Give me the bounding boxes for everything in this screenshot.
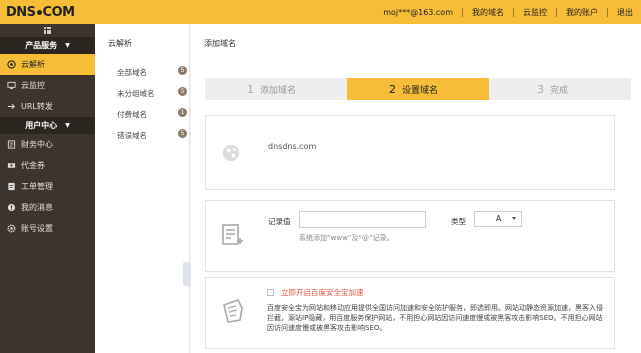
- step-2: 2 设置域名: [347, 78, 489, 100]
- message-icon: [7, 203, 16, 212]
- acceleration-card: 立即开启百度安全宝加速 百度安全宝为网站和移动应用提供全国访问加速和安全防护服务…: [205, 277, 615, 349]
- sidebar-item-label: 财务中心: [21, 140, 53, 149]
- document-add-icon: [222, 224, 243, 245]
- nav-group-products[interactable]: 产品服务 ▼: [0, 37, 95, 54]
- count-badge: 5: [178, 66, 187, 75]
- step-number: 2: [389, 82, 396, 96]
- nav-cloud-monitor[interactable]: 云监控: [523, 7, 547, 18]
- subnav-item-label: 付费域名: [117, 110, 147, 119]
- logo-text-right: COM: [42, 5, 76, 20]
- count-badge: 5: [178, 129, 187, 138]
- divider: [513, 7, 514, 17]
- step-label: 添加域名: [260, 85, 297, 96]
- nav-my-account[interactable]: 我的账户: [566, 7, 598, 18]
- grid-icon: [44, 27, 51, 34]
- subnav-item-ungrouped[interactable]: 未分组域名 5: [117, 87, 187, 99]
- sidebar-item-tickets[interactable]: 工单管理: [0, 176, 95, 197]
- user-email[interactable]: moj***@163.com: [383, 8, 453, 17]
- nav-my-domains[interactable]: 我的域名: [472, 7, 504, 18]
- dropdown-arrow-icon: [512, 217, 516, 220]
- sidebar-item-label: 云解析: [21, 60, 45, 69]
- subnav-item-all-domains[interactable]: 全部域名 5: [117, 66, 187, 78]
- domain-name: dnsdns.com: [268, 142, 317, 151]
- step-label: 完成: [550, 85, 569, 96]
- record-value-input[interactable]: [299, 211, 426, 228]
- record-hint: 系统添加“www”及“@”记录。: [299, 234, 394, 242]
- subnav-item-error[interactable]: 错误域名 5: [117, 129, 187, 141]
- domain-card: dnsdns.com: [205, 115, 615, 190]
- divider: [556, 7, 557, 17]
- record-card: 记录值 类型 A 系统添加“www”及“@”记录。: [205, 200, 615, 272]
- acceleration-checkbox[interactable]: [267, 289, 274, 296]
- logo[interactable]: DNS COM: [0, 0, 95, 24]
- step-number: 1: [247, 82, 254, 96]
- sidebar-item-monitor[interactable]: 云监控: [0, 75, 95, 96]
- sidebar-item-label: 工单管理: [21, 182, 53, 191]
- subnav-item-label: 未分组域名: [117, 89, 155, 98]
- sidebar-item-label: 我的消息: [21, 203, 53, 212]
- record-type-select[interactable]: A: [474, 211, 522, 227]
- subnav-item-label: 全部域名: [117, 68, 147, 77]
- sidebar-item-voucher[interactable]: 代金券: [0, 155, 95, 176]
- logo-dot: [36, 9, 42, 15]
- sidebar-item-cloud-dns[interactable]: 云解析: [0, 54, 95, 75]
- top-bar: DNS COM moj***@163.com 我的域名 云监控 我的账户 退出: [0, 0, 641, 24]
- acceleration-description: 百度安全宝为网站和移动应用提供全国访问加速和安全防护服务，即选即用。网站动静态资…: [267, 304, 603, 332]
- ticket-icon: [8, 182, 15, 191]
- sidebar-item-finance[interactable]: 财务中心: [0, 134, 95, 155]
- forward-icon: [7, 103, 15, 110]
- divider: [462, 7, 463, 17]
- record-value-label: 记录值: [268, 217, 291, 226]
- sidebar-item-label: 代金券: [21, 161, 45, 170]
- sidebar-item-label: 账号设置: [21, 224, 53, 233]
- subnav-item-label: 错误域名: [117, 131, 147, 140]
- menu-toggle[interactable]: [0, 24, 95, 37]
- nav-logout[interactable]: 退出: [617, 7, 633, 18]
- sidebar-item-label: 云监控: [21, 81, 45, 90]
- step-label: 设置域名: [402, 85, 439, 96]
- top-nav: moj***@163.com 我的域名 云监控 我的账户 退出: [383, 0, 633, 24]
- sidebar-item-account-settings[interactable]: 账号设置: [0, 218, 95, 239]
- caret-down-icon: ▼: [65, 122, 70, 129]
- acceleration-checkbox-label[interactable]: 立即开启百度安全宝加速: [281, 287, 364, 298]
- sidebar-item-url-forward[interactable]: URL转发: [0, 96, 95, 117]
- monitor-icon: [7, 81, 16, 89]
- step-1: 1 添加域名: [205, 78, 347, 100]
- sidebar-item-label: URL转发: [21, 102, 53, 111]
- count-badge: 1: [178, 108, 187, 117]
- sub-sidebar: 云解析 全部域名 5 未分组域名 5 付费域名 1 错误域名 5: [95, 24, 190, 353]
- globe-icon: [222, 144, 240, 162]
- subnav-title: 云解析: [108, 39, 132, 48]
- cloud-dns-icon: [7, 60, 16, 69]
- step-progress: 1 添加域名 2 设置域名 3 完成: [205, 78, 631, 100]
- record-type-value: A: [496, 214, 502, 223]
- shield-icon: [223, 299, 243, 323]
- logo-text-left: DNS: [6, 5, 36, 20]
- subnav-item-paid[interactable]: 付费域名 1: [117, 108, 187, 120]
- main-content: 添加域名 1 添加域名 2 设置域名 3 完成 dnsdns.com 记录值 类…: [191, 24, 641, 353]
- breadcrumb: 添加域名: [204, 39, 236, 48]
- voucher-icon: [7, 163, 16, 168]
- settings-icon: [7, 224, 16, 233]
- record-type-label: 类型: [451, 217, 466, 226]
- step-number: 3: [537, 82, 544, 96]
- nav-group-label: 用户中心: [25, 121, 58, 130]
- divider: [607, 7, 608, 17]
- count-badge: 5: [178, 87, 187, 96]
- sidebar-collapse-handle[interactable]: [183, 262, 191, 286]
- step-3: 3 完成: [489, 78, 631, 100]
- nav-group-user-center[interactable]: 用户中心 ▼: [0, 117, 95, 134]
- sidebar-item-messages[interactable]: 我的消息: [0, 197, 95, 218]
- finance-icon: [7, 140, 16, 149]
- caret-down-icon: ▼: [65, 42, 70, 49]
- nav-group-label: 产品服务: [25, 41, 58, 50]
- left-sidebar: 产品服务 ▼ 云解析 云监控 URL转发 用户中心 ▼ 财务中心 代金券 工单管…: [0, 24, 95, 353]
